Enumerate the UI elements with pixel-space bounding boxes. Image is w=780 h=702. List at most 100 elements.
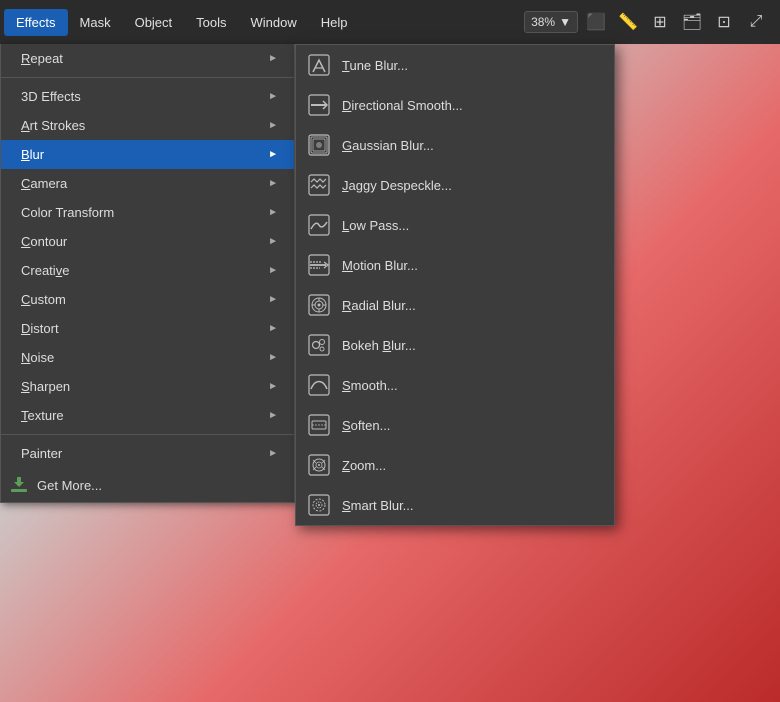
menu-item-distort-label: Distort — [21, 321, 258, 336]
repeat-arrow-icon: ► — [268, 53, 278, 64]
blur-item-tune-blur[interactable]: Tune Blur... — [296, 45, 614, 85]
menubar: Effects Mask Object Tools Window Help 38… — [0, 0, 780, 44]
tune-blur-label: Tune Blur... — [342, 58, 408, 73]
menu-item-painter[interactable]: Painter ► — [1, 439, 294, 468]
zoom-selector[interactable]: 38% ▼ — [524, 11, 578, 33]
menu-item-art-label: Art Strokes — [21, 118, 258, 133]
zoom-label: Zoom... — [342, 458, 386, 473]
menu-item-sharpen[interactable]: Sharpen ► — [1, 372, 294, 401]
menu-separator-2 — [1, 434, 294, 435]
blur-item-smart-blur[interactable]: Smart Blur... — [296, 485, 614, 525]
blur-item-soften[interactable]: Soften... — [296, 405, 614, 445]
blur-item-motion-blur[interactable]: Motion Blur... — [296, 245, 614, 285]
menu-item-noise[interactable]: Noise ► — [1, 343, 294, 372]
menu-mask[interactable]: Mask — [68, 9, 123, 36]
menu-item-color-label: Color Transform — [21, 205, 258, 220]
toolbar-right: 38% ▼ ⬛ 📏 ⊞ 🗂 ⊡ ⤢ — [524, 0, 780, 44]
bokeh-blur-label: Bokeh Blur... — [342, 338, 416, 353]
jaggy-despeckle-label: Jaggy Despeckle... — [342, 178, 452, 193]
blur-arrow-icon: ► — [268, 149, 278, 160]
radial-blur-label: Radial Blur... — [342, 298, 416, 313]
menu-item-texture-label: Texture — [21, 408, 258, 423]
texture-arrow-icon: ► — [268, 410, 278, 421]
menu-item-3d-label: 3D Effects — [21, 89, 258, 104]
blur-item-jaggy-despeckle[interactable]: Jaggy Despeckle... — [296, 165, 614, 205]
blur-item-gaussian-blur[interactable]: Gaussian Blur... — [296, 125, 614, 165]
download-icon — [9, 475, 29, 495]
menu-item-custom-label: Custom — [21, 292, 258, 307]
menu-item-texture[interactable]: Texture ► — [1, 401, 294, 430]
noise-arrow-icon: ► — [268, 352, 278, 363]
blur-item-directional-smooth[interactable]: Directional Smooth... — [296, 85, 614, 125]
soften-icon — [306, 412, 332, 438]
zoom-arrow-icon: ▼ — [559, 15, 571, 29]
menu-item-blur[interactable]: Blur ► — [1, 140, 294, 169]
smooth-label: Smooth... — [342, 378, 398, 393]
menu-effects-label: Effects — [16, 15, 56, 30]
menu-item-custom[interactable]: Custom ► — [1, 285, 294, 314]
creative-arrow-icon: ► — [268, 265, 278, 276]
layers-icon[interactable]: 🗂 — [678, 8, 706, 36]
menu-item-camera[interactable]: Camera ► — [1, 169, 294, 198]
menu-item-noise-label: Noise — [21, 350, 258, 365]
radial-blur-icon — [306, 292, 332, 318]
menu-window-label: Window — [251, 15, 297, 30]
gaussian-blur-label: Gaussian Blur... — [342, 138, 434, 153]
expand-icon[interactable]: ⤢ — [742, 8, 770, 36]
menu-item-contour[interactable]: Contour ► — [1, 227, 294, 256]
menu-effects[interactable]: Effects — [4, 9, 68, 36]
gaussian-blur-icon — [306, 132, 332, 158]
menu-item-3d-effects[interactable]: 3D Effects ► — [1, 82, 294, 111]
jaggy-despeckle-icon — [306, 172, 332, 198]
menu-item-get-more[interactable]: Get More... — [1, 468, 294, 502]
menu-item-color-transform[interactable]: Color Transform ► — [1, 198, 294, 227]
art-arrow-icon: ► — [268, 120, 278, 131]
menu-item-get-more-label: Get More... — [37, 478, 278, 493]
effects-menu: Repeat ► 3D Effects ► Art Strokes ► Blur… — [0, 44, 295, 503]
tune-blur-icon — [306, 52, 332, 78]
menu-tools[interactable]: Tools — [184, 9, 238, 36]
menu-item-repeat[interactable]: Repeat ► — [1, 44, 294, 73]
ruler-icon[interactable]: 📏 — [614, 8, 642, 36]
soften-label: Soften... — [342, 418, 390, 433]
crop-icon[interactable]: ⊡ — [710, 8, 738, 36]
view-fit-icon[interactable]: ⬛ — [582, 8, 610, 36]
menu-help-label: Help — [321, 15, 348, 30]
menu-item-camera-label: Camera — [21, 176, 258, 191]
menu-item-creative[interactable]: Creative ► — [1, 256, 294, 285]
menu-mask-label: Mask — [80, 15, 111, 30]
blur-item-radial-blur[interactable]: Radial Blur... — [296, 285, 614, 325]
low-pass-label: Low Pass... — [342, 218, 409, 233]
motion-blur-icon — [306, 252, 332, 278]
smart-blur-label: Smart Blur... — [342, 498, 414, 513]
menu-item-sharpen-label: Sharpen — [21, 379, 258, 394]
menu-item-creative-label: Creative — [21, 263, 258, 278]
blur-item-bokeh-blur[interactable]: Bokeh Blur... — [296, 325, 614, 365]
menu-window[interactable]: Window — [239, 9, 309, 36]
menu-item-painter-label: Painter — [21, 446, 258, 461]
menu-item-art-strokes[interactable]: Art Strokes ► — [1, 111, 294, 140]
low-pass-icon — [306, 212, 332, 238]
smooth-icon — [306, 372, 332, 398]
menu-object-label: Object — [135, 15, 173, 30]
grid-icon[interactable]: ⊞ — [646, 8, 674, 36]
blur-item-zoom[interactable]: Zoom... — [296, 445, 614, 485]
bokeh-blur-icon — [306, 332, 332, 358]
zoom-value: 38% — [531, 15, 555, 29]
color-arrow-icon: ► — [268, 207, 278, 218]
painter-arrow-icon: ► — [268, 448, 278, 459]
menu-separator-1 — [1, 77, 294, 78]
blur-item-smooth[interactable]: Smooth... — [296, 365, 614, 405]
distort-arrow-icon: ► — [268, 323, 278, 334]
3d-arrow-icon: ► — [268, 91, 278, 102]
contour-arrow-icon: ► — [268, 236, 278, 247]
blur-item-low-pass[interactable]: Low Pass... — [296, 205, 614, 245]
menu-item-distort[interactable]: Distort ► — [1, 314, 294, 343]
menu-item-contour-label: Contour — [21, 234, 258, 249]
custom-arrow-icon: ► — [268, 294, 278, 305]
menu-help[interactable]: Help — [309, 9, 360, 36]
directional-smooth-label: Directional Smooth... — [342, 98, 463, 113]
zoom-effect-icon — [306, 452, 332, 478]
menu-object[interactable]: Object — [123, 9, 185, 36]
blur-submenu: Tune Blur... Directional Smooth... Gauss… — [295, 44, 615, 526]
